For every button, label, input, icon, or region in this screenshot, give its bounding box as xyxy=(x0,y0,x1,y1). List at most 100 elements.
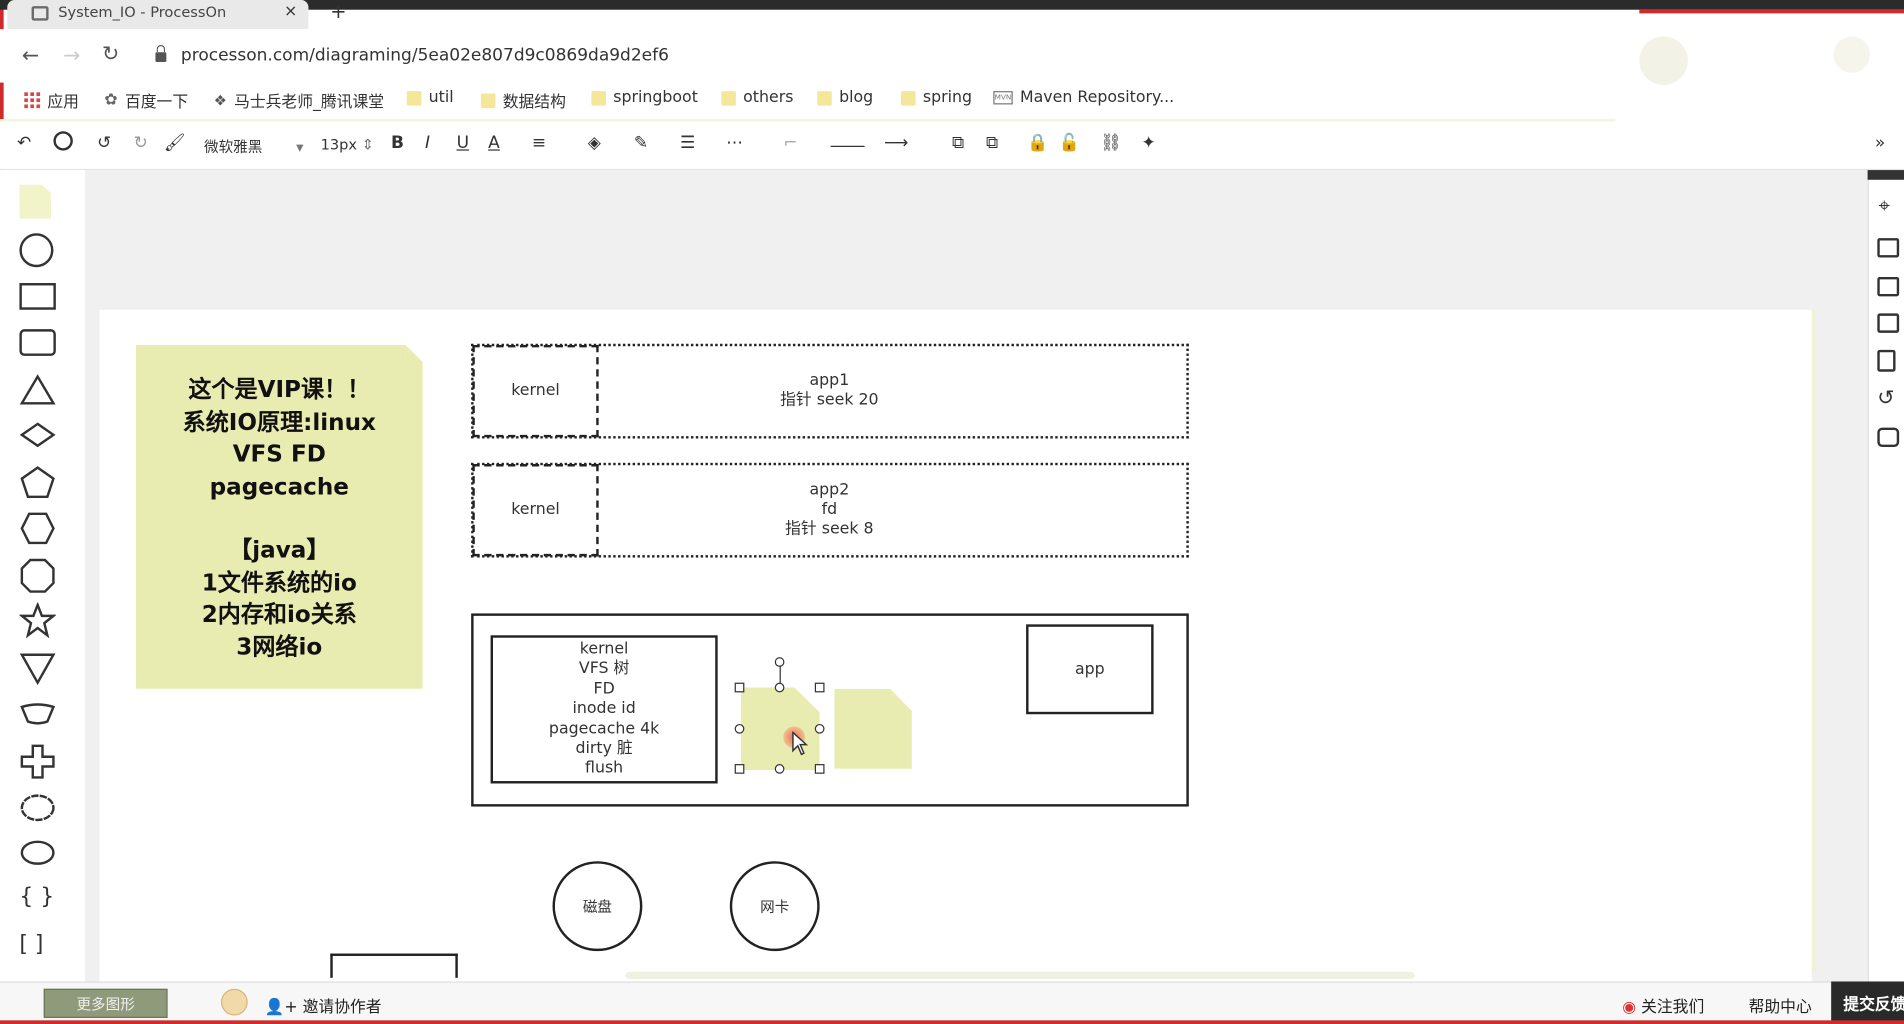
resize-handle-e[interactable] xyxy=(814,723,825,734)
page-edge xyxy=(1811,309,1816,972)
baidu-paw-icon: ✿ xyxy=(104,91,118,110)
undo-arrow-icon[interactable]: ↶ xyxy=(17,134,31,153)
app2-label: app2 fd 指针 seek 8 xyxy=(785,481,874,539)
more-shapes-button[interactable]: 更多图形 xyxy=(43,988,168,1018)
invite-collaborator-button[interactable]: 👤+ 邀请协作者 xyxy=(265,994,382,1016)
font-size-select[interactable]: 13px ⇕ xyxy=(321,136,374,153)
rotate-handle[interactable] xyxy=(774,657,785,667)
feedback-button[interactable]: 提交反馈 xyxy=(1831,981,1904,1024)
resize-handle-s[interactable] xyxy=(774,764,785,774)
bold-button[interactable]: B xyxy=(391,134,404,153)
rectangle-shape-icon[interactable] xyxy=(19,283,56,310)
forward-button[interactable]: → xyxy=(63,44,80,68)
url-field[interactable]: processon.com/diagraming/5ea02e807d9c086… xyxy=(181,46,669,65)
resize-handle-ne[interactable] xyxy=(814,682,825,693)
brackets-shape-icon[interactable]: [ ] xyxy=(19,932,43,958)
back-button[interactable]: ← xyxy=(22,44,39,68)
apps-grid-icon xyxy=(24,92,41,109)
tencent-class-icon: ❖ xyxy=(213,91,227,109)
weibo-icon: ◉ xyxy=(1622,998,1637,1017)
line-color-icon[interactable]: ✎ xyxy=(634,134,648,153)
folder-icon xyxy=(480,92,496,108)
partial-shape[interactable] xyxy=(330,953,458,978)
document-icon[interactable] xyxy=(1877,349,1896,372)
layers-icon[interactable] xyxy=(1877,313,1900,333)
bookmark-apps[interactable]: 应用 xyxy=(24,89,79,112)
rounded-rectangle-shape-icon[interactable] xyxy=(19,329,56,356)
tab-close-icon[interactable]: × xyxy=(284,2,297,20)
line-style-icon[interactable]: ⋯ xyxy=(726,134,743,153)
collapse-toolbar-icon[interactable]: » xyxy=(1875,134,1885,153)
user-avatar[interactable] xyxy=(221,988,248,1016)
speech-bubble-shape-icon[interactable] xyxy=(19,838,55,870)
bookmark-util[interactable]: util xyxy=(406,89,454,107)
italic-button[interactable]: I xyxy=(425,134,430,153)
shape-style-icon[interactable] xyxy=(53,131,73,155)
reload-button[interactable]: ↻ xyxy=(102,43,119,67)
follow-us-button[interactable]: ◉ 关注我们 xyxy=(1622,994,1704,1017)
connector-type-icon[interactable]: ⌐ xyxy=(783,134,797,153)
navigate-icon[interactable]: ⌖ xyxy=(1879,194,1891,218)
magic-wand-icon[interactable]: ✦ xyxy=(1141,134,1155,153)
menu-icon[interactable] xyxy=(1833,36,1871,73)
resize-handle-se[interactable] xyxy=(814,764,825,774)
horizontal-scrollbar[interactable] xyxy=(625,971,1415,980)
cloud-shape-icon[interactable] xyxy=(19,792,55,824)
bring-front-icon[interactable]: ⧉ xyxy=(952,134,964,153)
octagon-shape-icon[interactable] xyxy=(19,558,55,594)
trapezoid-shape-icon[interactable] xyxy=(19,702,56,726)
bookmark-others[interactable]: others xyxy=(721,89,793,107)
hexagon-shape-icon[interactable] xyxy=(19,511,55,545)
resize-handle-nw[interactable] xyxy=(734,682,745,693)
align-icon[interactable]: ≡ xyxy=(532,134,546,153)
send-back-icon[interactable]: ⧉ xyxy=(986,134,998,153)
lock-icon xyxy=(155,44,167,63)
comment-icon[interactable] xyxy=(1877,427,1900,448)
nic-circle[interactable]: 网卡 xyxy=(729,861,820,952)
history-icon[interactable]: ↺ xyxy=(1877,386,1894,410)
braces-shape-icon[interactable]: { } xyxy=(19,884,54,910)
fill-color-icon[interactable]: ◈ xyxy=(588,134,601,153)
line-start-icon[interactable] xyxy=(830,129,865,152)
kernel-label: kernel xyxy=(511,500,560,519)
resize-handle-n[interactable] xyxy=(774,682,785,693)
page-setup-icon[interactable] xyxy=(1877,276,1900,297)
bookmark-baidu[interactable]: ✿ 百度一下 xyxy=(104,89,188,112)
pagecache-page[interactable] xyxy=(834,688,912,769)
bookmark-springboot[interactable]: springboot xyxy=(591,89,698,107)
underline-button[interactable]: U xyxy=(457,134,469,153)
bookmark-blog[interactable]: blog xyxy=(817,89,873,107)
line-width-icon[interactable]: ☰ xyxy=(680,134,695,153)
circle-shape-icon[interactable] xyxy=(19,233,54,268)
disk-circle[interactable]: 磁盘 xyxy=(552,861,643,952)
bookmark-maven[interactable]: MVN Maven Repository... xyxy=(993,89,1174,107)
pentagon-shape-icon[interactable] xyxy=(19,465,55,499)
line-end-arrow-icon[interactable]: ⟶ xyxy=(884,134,908,153)
bookmark-data-structures[interactable]: 数据结构 xyxy=(480,89,566,112)
image-icon[interactable] xyxy=(1877,238,1900,258)
undo-icon[interactable]: ↺ xyxy=(97,134,111,153)
bookmark-spring[interactable]: spring xyxy=(901,89,972,107)
new-tab-button[interactable]: + xyxy=(330,0,346,23)
note-shape-icon[interactable] xyxy=(19,184,52,219)
resize-handle-w[interactable] xyxy=(734,723,745,734)
triangle-shape-icon[interactable] xyxy=(19,374,56,406)
diamond-shape-icon[interactable] xyxy=(19,420,56,449)
unlock-shape-icon[interactable]: 🔓 xyxy=(1059,134,1080,153)
lock-shape-icon[interactable]: 🔒 xyxy=(1027,134,1048,153)
link-icon[interactable]: ⛓ xyxy=(1100,134,1122,153)
bookmark-mashibing[interactable]: ❖ 马士兵老师_腾讯课堂 xyxy=(214,89,384,112)
help-center-link[interactable]: 帮助中心 xyxy=(1749,994,1812,1016)
font-family-select[interactable]: 微软雅黑 ▾ xyxy=(204,136,303,157)
vip-note-text: 这个是VIP课！！ 系统IO原理:linux VFS FD pagecache … xyxy=(182,376,376,661)
resize-handle-sw[interactable] xyxy=(734,764,745,774)
redo-icon[interactable]: ↻ xyxy=(134,134,148,153)
cross-shape-icon[interactable] xyxy=(19,743,55,779)
font-color-button[interactable]: A xyxy=(488,134,500,153)
inverted-triangle-shape-icon[interactable] xyxy=(19,651,56,686)
format-painter-icon[interactable]: 🖌 xyxy=(164,134,186,153)
folder-icon xyxy=(721,90,736,106)
profile-avatar[interactable] xyxy=(1639,36,1688,86)
star-shape-icon[interactable] xyxy=(19,602,56,639)
tab-title: System_IO - ProcessOn xyxy=(58,3,227,21)
